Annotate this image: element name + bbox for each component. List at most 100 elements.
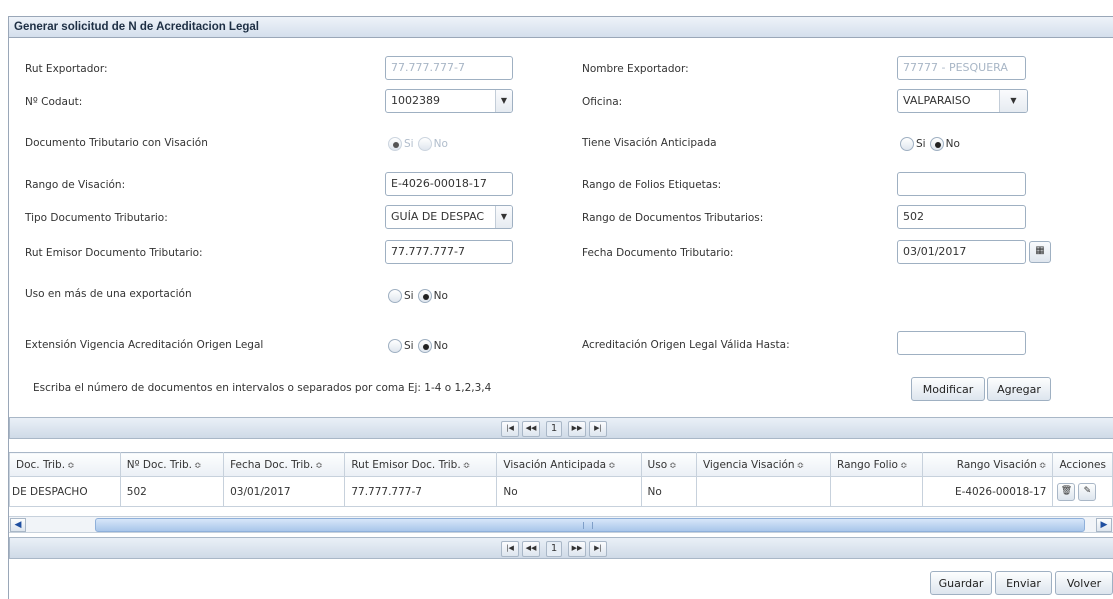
- column-header[interactable]: Doc. Trib. ≎: [9, 452, 121, 477]
- prev-page-icon[interactable]: ◀◀: [522, 421, 540, 437]
- doc-trib-visacion-si-radio[interactable]: [388, 137, 402, 151]
- visacion-anticipada-label: Tiene Visación Anticipada: [582, 137, 717, 149]
- extension-vigencia-si-radio[interactable]: [388, 339, 402, 353]
- radio-label: Si: [404, 340, 414, 352]
- cell-acciones: 🗑 ✎: [1052, 476, 1113, 507]
- last-page-icon[interactable]: ▶|: [589, 541, 607, 557]
- oficina-select[interactable]: VALPARAISO ▼: [897, 89, 1028, 113]
- column-header[interactable]: Rango Visación ≎: [921, 452, 1054, 477]
- next-page-icon[interactable]: ▶▶: [568, 541, 586, 557]
- first-page-icon[interactable]: |◀: [501, 541, 519, 557]
- current-page[interactable]: 1: [546, 421, 562, 437]
- prev-page-icon[interactable]: ◀◀: [522, 541, 540, 557]
- tipo-doc-value: GUÍA DE DESPAC: [391, 210, 485, 223]
- cell-rango-visacion: E-4026-00018-17: [921, 476, 1054, 507]
- extension-vigencia-no-radio[interactable]: [417, 339, 432, 353]
- cell-num-doc: 502: [119, 476, 225, 507]
- column-header-label: Acciones: [1059, 458, 1106, 471]
- column-header[interactable]: Uso ≎: [640, 452, 697, 477]
- doc-trib-visacion-label: Documento Tributario con Visación: [25, 137, 208, 149]
- radio-label: No: [433, 290, 448, 302]
- doc-trib-visacion-no-radio[interactable]: [417, 137, 432, 151]
- pager-bottom: |◀ ◀◀ 1 ▶▶ ▶|: [9, 537, 1113, 559]
- rut-emisor-label: Rut Emisor Documento Tributario:: [25, 247, 203, 259]
- column-header[interactable]: Nº Doc. Trib. ≎: [119, 452, 225, 477]
- horizontal-scrollbar[interactable]: ◀ ▶: [9, 516, 1113, 533]
- uso-mas-exportacion-no-radio[interactable]: [417, 289, 432, 303]
- calendar-icon[interactable]: ▦: [1029, 241, 1051, 263]
- chevron-down-icon[interactable]: ▼: [999, 90, 1027, 112]
- column-header[interactable]: Visación Anticipada ≎: [496, 452, 642, 477]
- volver-button[interactable]: Volver: [1055, 571, 1113, 595]
- extension-vigencia-label: Extensión Vigencia Acreditación Origen L…: [25, 339, 264, 351]
- codaut-label: Nº Codaut:: [25, 96, 83, 108]
- column-header[interactable]: Fecha Doc. Trib. ≎: [223, 452, 346, 477]
- table-row[interactable]: DE DESPACHO 502 03/01/2017 77.777.777-7 …: [9, 476, 1113, 507]
- modificar-button[interactable]: Modificar: [911, 377, 985, 401]
- column-header-label: Rut Emisor Doc. Trib.: [351, 458, 461, 471]
- column-header-label: Fecha Doc. Trib.: [230, 458, 314, 471]
- sort-icon: ≎: [67, 460, 75, 471]
- column-header-label: Visación Anticipada: [503, 458, 607, 471]
- nombre-exportador-label: Nombre Exportador:: [582, 63, 689, 75]
- documents-table: Doc. Trib. ≎ Nº Doc. Trib. ≎ Fecha Doc. Tr…: [9, 452, 1113, 507]
- uso-mas-exportacion-si-radio[interactable]: [388, 289, 402, 303]
- scrollbar-thumb[interactable]: [95, 518, 1085, 532]
- rango-docs-label: Rango de Documentos Tributarios:: [582, 212, 764, 224]
- guardar-button[interactable]: Guardar: [930, 571, 992, 595]
- current-page[interactable]: 1: [546, 541, 562, 557]
- sort-icon: ≎: [194, 460, 202, 471]
- column-header[interactable]: Rango Folio ≎: [830, 452, 923, 477]
- codaut-select[interactable]: 1002389 ▼: [385, 89, 513, 113]
- visacion-anticipada-si-radio[interactable]: [900, 137, 914, 151]
- fecha-doc-input[interactable]: 03/01/2017: [897, 240, 1026, 264]
- next-page-icon[interactable]: ▶▶: [568, 421, 586, 437]
- column-header-label: Vigencia Visación: [702, 458, 795, 471]
- column-header[interactable]: Rut Emisor Doc. Trib. ≎: [344, 452, 498, 477]
- edit-icon[interactable]: ✎: [1078, 482, 1097, 501]
- rango-visacion-input[interactable]: E-4026-00018-17: [385, 172, 513, 196]
- radio-label: No: [433, 340, 448, 352]
- oficina-label: Oficina:: [582, 96, 623, 108]
- visacion-anticipada-no-radio[interactable]: [929, 137, 944, 151]
- acreditacion-valida-input[interactable]: [897, 331, 1026, 355]
- rut-exportador-label: Rut Exportador:: [25, 63, 108, 75]
- cell-doc-trib: DE DESPACHO: [9, 476, 121, 507]
- doc-trib-visacion-radio-group: Si No: [388, 135, 452, 153]
- cell-rango-folio: [830, 476, 923, 507]
- pager-top: |◀ ◀◀ 1 ▶▶ ▶|: [9, 417, 1113, 439]
- scroll-right-icon[interactable]: ▶: [1096, 518, 1112, 532]
- extension-vigencia-radio-group: Si No: [388, 337, 452, 355]
- column-header-label: Rango Folio: [837, 458, 898, 471]
- uso-mas-exportacion-radio-group: Si No: [388, 287, 452, 305]
- table-header-row: Doc. Trib. ≎ Nº Doc. Trib. ≎ Fecha Doc. Tr…: [9, 452, 1113, 477]
- chevron-down-icon[interactable]: ▼: [495, 90, 512, 112]
- cell-visacion-anticipada: No: [496, 476, 642, 507]
- agregar-button[interactable]: Agregar: [987, 377, 1051, 401]
- radio-label: Si: [404, 138, 414, 150]
- enviar-button[interactable]: Enviar: [995, 571, 1052, 595]
- rango-folios-input[interactable]: [897, 172, 1026, 196]
- tipo-doc-label: Tipo Documento Tributario:: [25, 212, 168, 224]
- column-header[interactable]: Vigencia Visación ≎: [695, 452, 832, 477]
- delete-icon[interactable]: 🗑: [1057, 482, 1076, 501]
- rango-docs-input[interactable]: 502: [897, 205, 1026, 229]
- first-page-icon[interactable]: |◀: [501, 421, 519, 437]
- cell-vigencia: [695, 476, 832, 507]
- scroll-left-icon[interactable]: ◀: [10, 518, 26, 532]
- radio-label: Si: [916, 138, 926, 150]
- cell-rut-emisor: 77.777.777-7: [344, 476, 498, 507]
- grip-icon: [583, 522, 593, 529]
- rut-emisor-input[interactable]: 77.777.777-7: [385, 240, 513, 264]
- nombre-exportador-input[interactable]: 77777 - PESQUERA: [897, 56, 1026, 80]
- cell-uso: No: [640, 476, 697, 507]
- last-page-icon[interactable]: ▶|: [589, 421, 607, 437]
- visacion-anticipada-radio-group: Si No: [900, 135, 964, 153]
- chevron-down-icon[interactable]: ▼: [495, 206, 512, 228]
- radio-label: Si: [404, 290, 414, 302]
- acreditacion-valida-label: Acreditación Origen Legal Válida Hasta:: [582, 339, 790, 351]
- cell-fecha: 03/01/2017: [223, 476, 346, 507]
- rut-exportador-input[interactable]: 77.777.777-7: [385, 56, 513, 80]
- tipo-doc-select[interactable]: GUÍA DE DESPAC ▼: [385, 205, 513, 229]
- sort-icon: ≎: [669, 460, 677, 471]
